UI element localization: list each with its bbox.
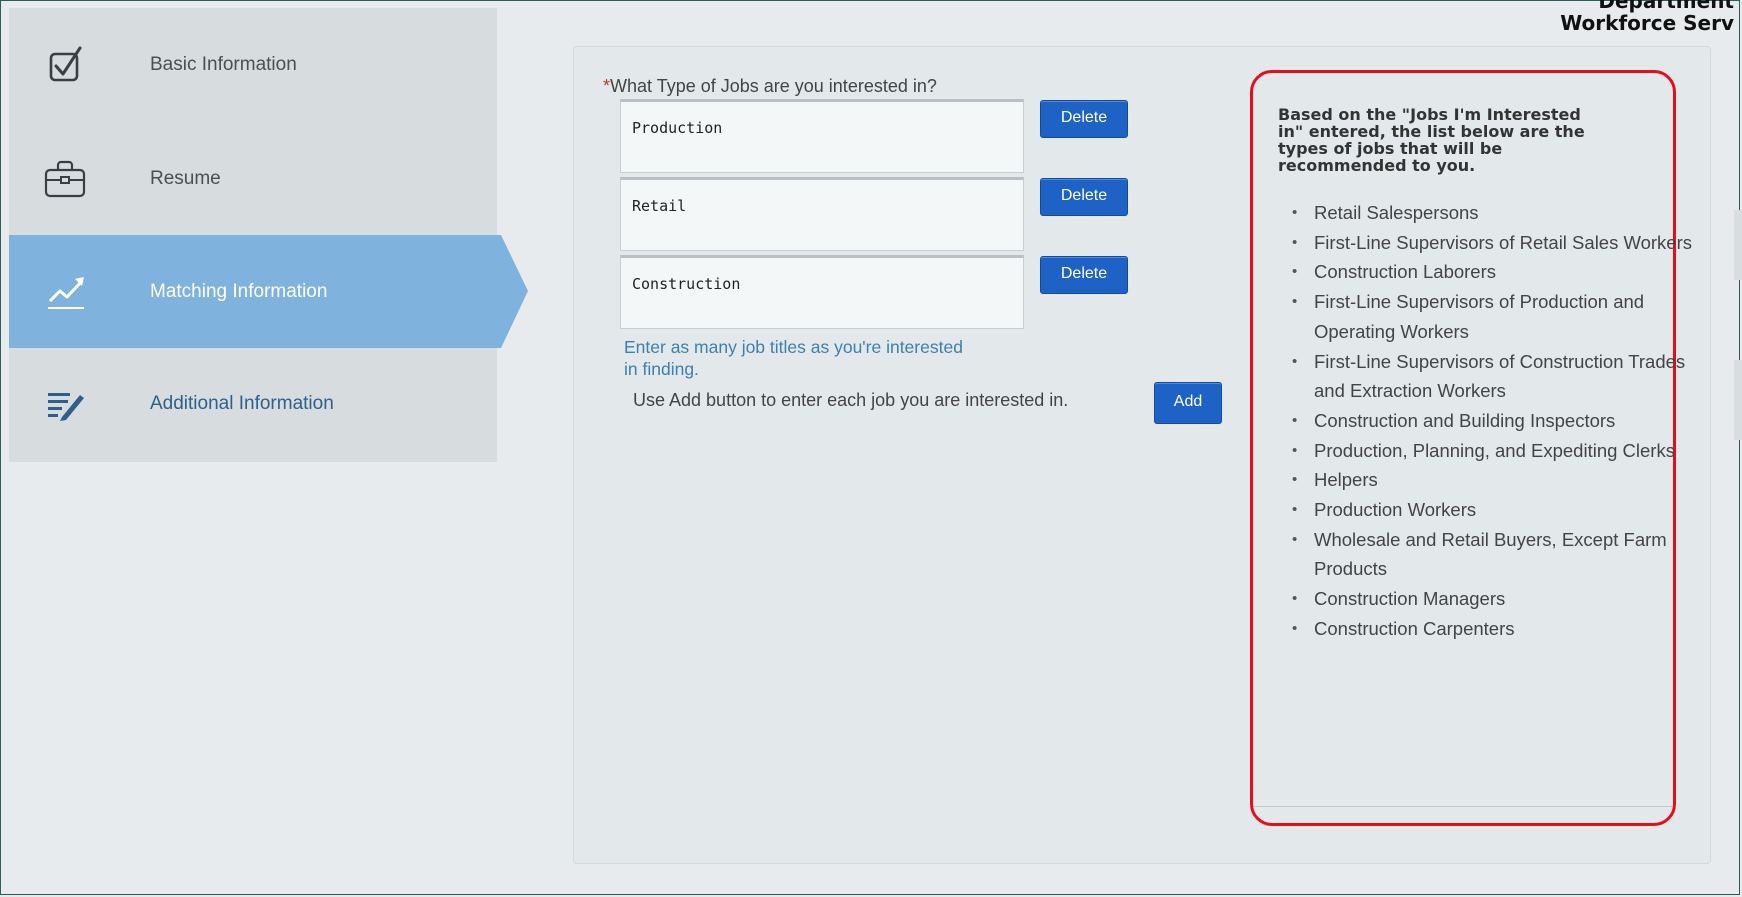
sidebar-item-additional-information[interactable]: Additional Information [9, 347, 497, 461]
delete-button[interactable]: Delete [1040, 256, 1128, 294]
recommendations-intro: Based on the "Jobs I'm Interested in" en… [1278, 105, 1585, 175]
list-item: Retail Salespersons [1292, 198, 1694, 228]
list-item: Construction Carpenters [1292, 614, 1694, 644]
job-entry-field[interactable]: Construction [620, 255, 1024, 329]
job-titles-hint: Enter as many job titles as you're inter… [624, 337, 963, 379]
delete-button[interactable]: Delete [1040, 100, 1128, 138]
list-item: Production Workers [1292, 495, 1694, 525]
required-marker: * [603, 76, 611, 96]
list-item: First-Line Supervisors of Retail Sales W… [1292, 228, 1694, 258]
job-entry-field[interactable]: Production [620, 99, 1024, 173]
sidebar-item-label: Additional Information [150, 393, 334, 414]
checkbox-icon [42, 42, 88, 88]
recommended-jobs-list: Retail Salespersons First-Line Superviso… [1278, 198, 1694, 644]
edge-tab-shape [1734, 210, 1742, 280]
sidebar-item-label: Resume [150, 168, 221, 189]
sidebar-item-basic-information[interactable]: Basic Information [9, 8, 497, 122]
trend-chart-icon [42, 269, 88, 315]
sidebar-item-label: Basic Information [150, 54, 297, 75]
job-entry-field[interactable]: Retail [620, 177, 1024, 251]
add-job-button[interactable]: Add [1154, 382, 1222, 424]
list-item: Wholesale and Retail Buyers, Except Farm… [1292, 525, 1694, 584]
list-item: Production, Planning, and Expediting Cle… [1292, 436, 1694, 466]
sidebar-item-matching-information[interactable]: Matching Information [9, 235, 497, 349]
list-item: Helpers [1292, 465, 1694, 495]
job-entry-value: Production [632, 119, 723, 137]
job-entry-value: Retail [632, 197, 687, 215]
list-item: First-Line Supervisors of Production and… [1292, 287, 1694, 346]
agency-brand: Department Workforce Serv [1560, 0, 1734, 34]
delete-button[interactable]: Delete [1040, 178, 1128, 216]
job-entry-value: Construction [632, 275, 741, 293]
edge-tab-shape [1734, 360, 1742, 440]
edit-list-icon [42, 381, 88, 427]
brand-line-2: Workforce Serv [1560, 11, 1734, 35]
question-label: What Type of Jobs are you interested in? [610, 76, 937, 96]
list-item: First-Line Supervisors of Construction T… [1292, 347, 1694, 406]
sidebar-item-label: Matching Information [150, 281, 328, 302]
list-item: Construction Laborers [1292, 257, 1694, 287]
list-item: Construction and Building Inspectors [1292, 406, 1694, 436]
add-instruction: Use Add button to enter each job you are… [633, 390, 1069, 410]
briefcase-icon [42, 156, 88, 202]
job-type-question: *What Type of Jobs are you interested in… [603, 76, 937, 97]
sidebar-item-resume[interactable]: Resume [9, 122, 497, 236]
list-item: Construction Managers [1292, 584, 1694, 614]
